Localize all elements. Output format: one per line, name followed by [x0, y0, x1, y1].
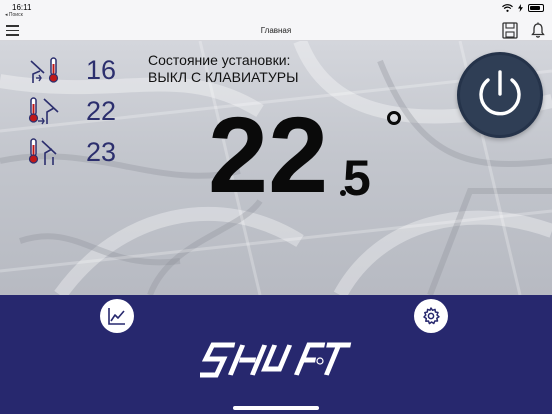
settings-button[interactable] [414, 299, 448, 333]
reading-supply: 22 [24, 92, 124, 133]
setpoint-fraction: 5 [343, 150, 371, 206]
back-to-search-link[interactable]: ◂ Поиск [5, 12, 23, 18]
page-title: Главная [260, 26, 292, 35]
readings-list: 16 22 23 [24, 51, 124, 174]
unit-state-label: Состояние установки: [148, 52, 291, 68]
degree-symbol [387, 111, 401, 125]
reading-outdoor: 16 [24, 51, 124, 92]
power-icon [479, 70, 521, 116]
save-icon[interactable] [502, 22, 518, 39]
battery-icon [528, 4, 544, 12]
chart-button[interactable] [100, 299, 134, 333]
control-panel [0, 295, 552, 414]
status-bar: 16:11 ◂ Поиск [0, 0, 552, 20]
gear-icon [423, 307, 440, 325]
battery-level [530, 6, 541, 10]
status-time: 16:11 [12, 3, 32, 12]
wifi-icon [502, 4, 513, 12]
setpoint-integer: 22 [208, 94, 329, 215]
power-button[interactable] [457, 52, 543, 138]
chart-icon [108, 308, 125, 325]
room-temperature-value: 23 [86, 137, 117, 167]
home-indicator[interactable] [233, 406, 319, 410]
supply-temperature-icon [28, 97, 59, 125]
room-temperature-icon [28, 138, 57, 165]
outdoor-temperature-icon [30, 57, 59, 83]
status-panel: 16 22 23 Состояние установки: ВЫКЛ С КЛА… [0, 41, 552, 295]
charging-icon [518, 4, 523, 12]
unit-state-value: ВЫКЛ С КЛАВИАТУРЫ [148, 69, 299, 85]
shuft-logo [200, 342, 352, 378]
bell-icon[interactable] [530, 22, 546, 39]
navigation-bar: Главная [0, 20, 552, 41]
outdoor-temperature-value: 16 [86, 55, 117, 85]
status-indicators [502, 4, 544, 12]
reading-room: 23 [24, 133, 124, 174]
supply-temperature-value: 22 [86, 96, 117, 126]
